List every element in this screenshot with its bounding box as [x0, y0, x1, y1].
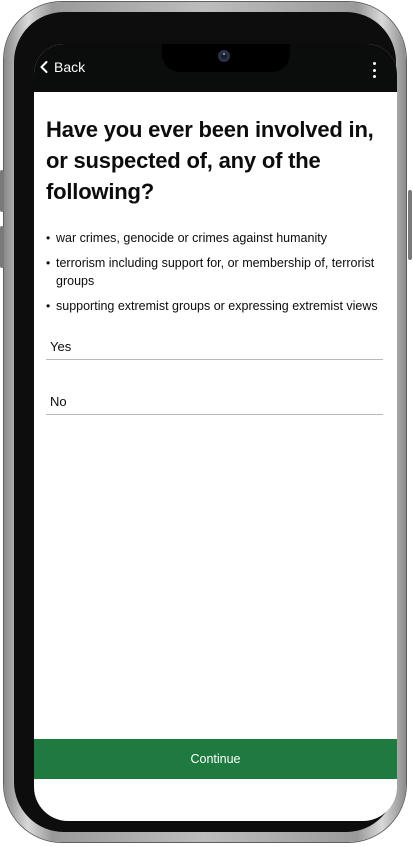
- answer-options: Yes No: [46, 326, 383, 415]
- list-item: war crimes, genocide or crimes against h…: [46, 229, 383, 247]
- more-vertical-icon[interactable]: [371, 62, 377, 78]
- power-button: [408, 190, 412, 260]
- back-label: Back: [54, 59, 86, 75]
- back-button[interactable]: Back: [40, 59, 85, 75]
- list-item: terrorism including support for, or memb…: [46, 254, 383, 290]
- device-mockup: Back Have you ever been involved in, or …: [0, 0, 413, 847]
- criteria-list: war crimes, genocide or crimes against h…: [46, 229, 383, 315]
- chevron-left-icon: [40, 61, 48, 73]
- app-header: Back: [34, 44, 397, 92]
- list-item: supporting extremist groups or expressin…: [46, 297, 383, 315]
- front-camera-icon: [218, 50, 230, 62]
- volume-down-button: [0, 226, 4, 268]
- question-page: Have you ever been involved in, or suspe…: [46, 114, 383, 415]
- option-yes[interactable]: Yes: [46, 326, 383, 360]
- continue-button[interactable]: Continue: [34, 739, 397, 779]
- option-no[interactable]: No: [46, 381, 383, 415]
- page-title: Have you ever been involved in, or suspe…: [46, 117, 374, 204]
- volume-up-button: [0, 170, 4, 212]
- camera-notch: [162, 44, 290, 72]
- phone-screen: Back Have you ever been involved in, or …: [34, 44, 397, 821]
